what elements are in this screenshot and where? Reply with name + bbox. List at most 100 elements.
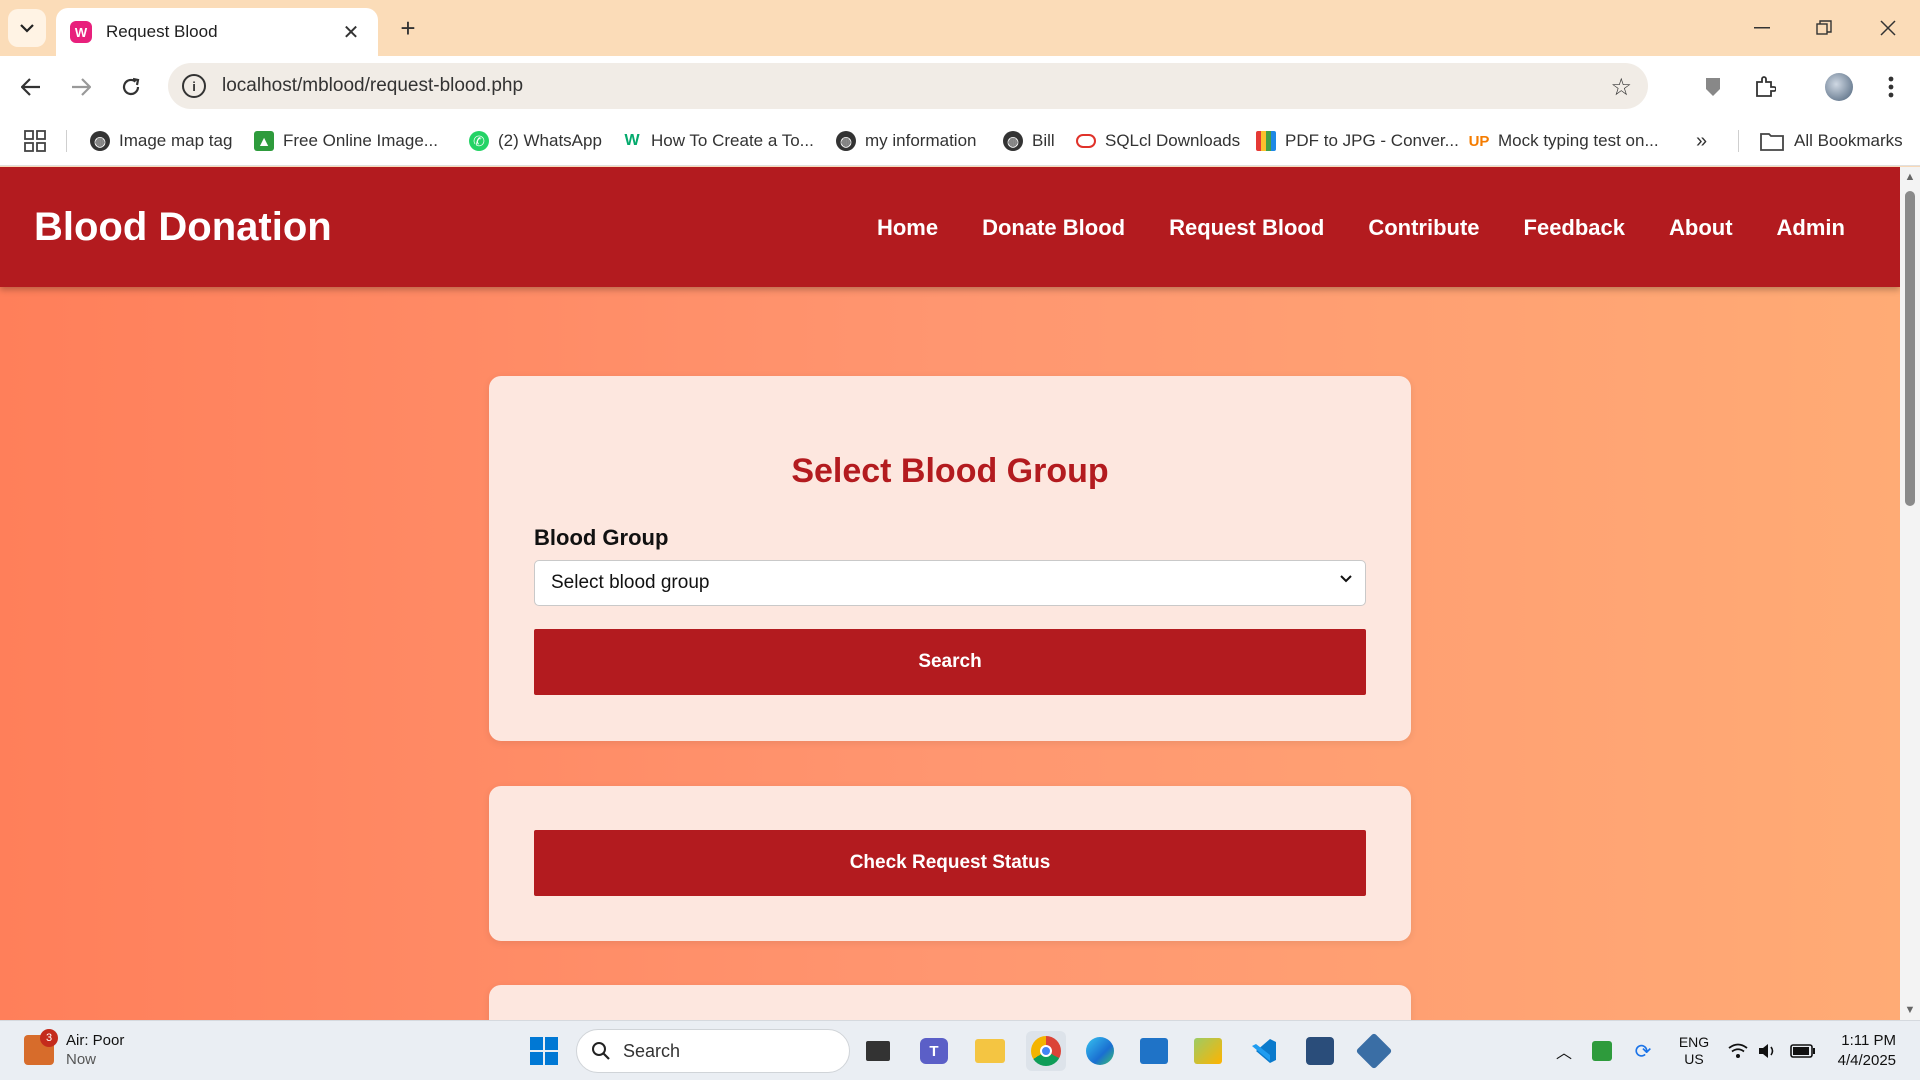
bookmark-item[interactable]: ▲ Free Online Image... — [254, 126, 438, 156]
bookmark-item[interactable]: ◍ Bill — [1003, 126, 1055, 156]
new-tab-button[interactable]: + — [392, 12, 424, 44]
edge-app[interactable] — [1080, 1031, 1120, 1071]
bookmark-star-icon[interactable]: ☆ — [1610, 73, 1632, 102]
site-brand[interactable]: Blood Donation — [34, 205, 332, 250]
wifi-icon — [1728, 1043, 1748, 1058]
scroll-down-icon[interactable]: ▼ — [1904, 1004, 1916, 1016]
tab-search-button[interactable] — [8, 9, 46, 47]
scroll-thumb[interactable] — [1905, 191, 1915, 506]
weather-badge: 3 — [40, 1029, 58, 1047]
tab-close-icon[interactable]: ✕ — [338, 20, 364, 45]
profile-avatar[interactable] — [1822, 70, 1856, 104]
nav-feedback[interactable]: Feedback — [1524, 215, 1626, 241]
teams-app[interactable]: T — [914, 1031, 954, 1071]
virtualbox-app[interactable] — [1354, 1031, 1394, 1071]
minimize-button[interactable] — [1742, 10, 1782, 46]
select-value: Select blood group — [551, 572, 710, 593]
bookmark-item[interactable]: W How To Create a To... — [622, 126, 813, 156]
nav-home[interactable]: Home — [877, 215, 938, 241]
scroll-up-icon[interactable]: ▲ — [1904, 171, 1916, 183]
search-button[interactable]: Search — [534, 629, 1366, 695]
snipping-tool-app[interactable] — [1300, 1031, 1340, 1071]
double-chevron-right-icon: » — [1696, 129, 1708, 152]
task-view-button[interactable] — [858, 1031, 898, 1071]
weather-widget[interactable]: 3 Air: Poor Now — [24, 1029, 124, 1069]
sync-button[interactable]: ⟳ — [1630, 1033, 1656, 1069]
site-info-icon[interactable]: i — [182, 74, 206, 98]
tray-app-button[interactable] — [1590, 1033, 1614, 1069]
globe-icon: ◍ — [90, 131, 110, 151]
wifi-button[interactable] — [1726, 1033, 1750, 1069]
taskbar-clock[interactable]: 1:11 PM 4/4/2025 — [1838, 1031, 1896, 1071]
bookmark-label: Image map tag — [119, 131, 233, 150]
nav-admin[interactable]: Admin — [1777, 215, 1845, 241]
image-editor-icon — [1194, 1038, 1222, 1064]
more-bookmarks-button[interactable]: » — [1696, 126, 1707, 156]
start-button[interactable] — [524, 1031, 564, 1071]
snipping-icon — [1306, 1037, 1334, 1065]
file-explorer-app[interactable] — [970, 1031, 1010, 1071]
page-scrollbar[interactable]: ▲ ▼ — [1900, 167, 1920, 1020]
chrome-icon — [1031, 1036, 1061, 1066]
store-app[interactable] — [1134, 1031, 1174, 1071]
image-icon: ▲ — [254, 131, 274, 151]
bookmarks-bar: ◍ Image map tag ▲ Free Online Image... ✆ (2… — [0, 118, 1920, 166]
all-bookmarks-button[interactable]: All Bookmarks — [1760, 126, 1903, 156]
task-view-icon — [866, 1041, 890, 1061]
back-button[interactable] — [14, 70, 48, 104]
weather-icon: 3 — [24, 1029, 58, 1065]
folder-icon — [1760, 133, 1784, 151]
reload-button[interactable] — [114, 70, 148, 104]
bookmark-item[interactable]: PDF to JPG - Conver... — [1256, 126, 1459, 156]
apps-button[interactable] — [24, 126, 46, 156]
reload-icon — [122, 77, 140, 96]
blood-group-label: Blood Group — [534, 525, 669, 550]
image-editor-app[interactable] — [1188, 1031, 1228, 1071]
extensions-button[interactable] — [1748, 70, 1782, 104]
search-icon — [592, 1042, 610, 1060]
tray-app-icon — [1592, 1041, 1612, 1061]
globe-icon: ◍ — [836, 131, 856, 151]
blood-group-select[interactable]: Select blood group — [534, 560, 1366, 606]
bookmark-label: Mock typing test on... — [1498, 131, 1659, 150]
chrome-app[interactable] — [1026, 1031, 1066, 1071]
blood-group-card: Select Blood Group Blood Group Select bl… — [489, 376, 1411, 741]
bookmark-item[interactable]: ◍ my information — [836, 126, 976, 156]
show-hidden-icons-button[interactable]: ︿ — [1552, 1033, 1576, 1069]
battery-button[interactable] — [1788, 1033, 1818, 1069]
site-nav: Home Donate Blood Request Blood Contribu… — [877, 215, 1845, 241]
restore-button[interactable] — [1804, 10, 1844, 46]
browser-menu-button[interactable] — [1874, 70, 1908, 104]
w3-icon: W — [624, 132, 640, 149]
bookmarks-divider — [1738, 130, 1739, 152]
tab-favicon-icon: W — [70, 21, 92, 43]
bookmark-label: PDF to JPG - Conver... — [1285, 131, 1459, 150]
browser-tab[interactable]: W Request Blood ✕ — [56, 8, 378, 56]
forward-button[interactable] — [64, 70, 98, 104]
folder-icon — [975, 1039, 1005, 1063]
shield-icon — [1706, 78, 1720, 96]
close-window-button[interactable] — [1868, 10, 1908, 46]
bookmark-item[interactable]: SQLcl Downloads — [1076, 126, 1240, 156]
battery-icon — [1790, 1044, 1815, 1058]
nav-request-blood[interactable]: Request Blood — [1169, 215, 1324, 241]
language-indicator[interactable]: ENG US — [1676, 1033, 1712, 1069]
arrow-right-icon — [72, 78, 91, 96]
bookmark-label: Bill — [1032, 131, 1055, 150]
nav-donate-blood[interactable]: Donate Blood — [982, 215, 1125, 241]
chevron-down-icon — [1340, 575, 1352, 583]
vscode-app[interactable] — [1244, 1031, 1284, 1071]
volume-button[interactable] — [1756, 1033, 1780, 1069]
check-request-status-button[interactable]: Check Request Status — [534, 830, 1366, 896]
nav-contribute[interactable]: Contribute — [1368, 215, 1479, 241]
extension-shield-button[interactable] — [1696, 70, 1730, 104]
bookmarks-divider — [66, 130, 67, 152]
lang-secondary: US — [1684, 1051, 1704, 1067]
nav-about[interactable]: About — [1669, 215, 1733, 241]
bookmark-item[interactable]: UP Mock typing test on... — [1469, 126, 1659, 156]
site-header: Blood Donation Home Donate Blood Request… — [0, 167, 1900, 287]
bookmark-item[interactable]: ✆ (2) WhatsApp — [469, 126, 602, 156]
address-bar[interactable]: i localhost/mblood/request-blood.php ☆ — [168, 63, 1648, 109]
taskbar-search[interactable]: Search — [576, 1029, 850, 1073]
bookmark-item[interactable]: ◍ Image map tag — [90, 126, 232, 156]
